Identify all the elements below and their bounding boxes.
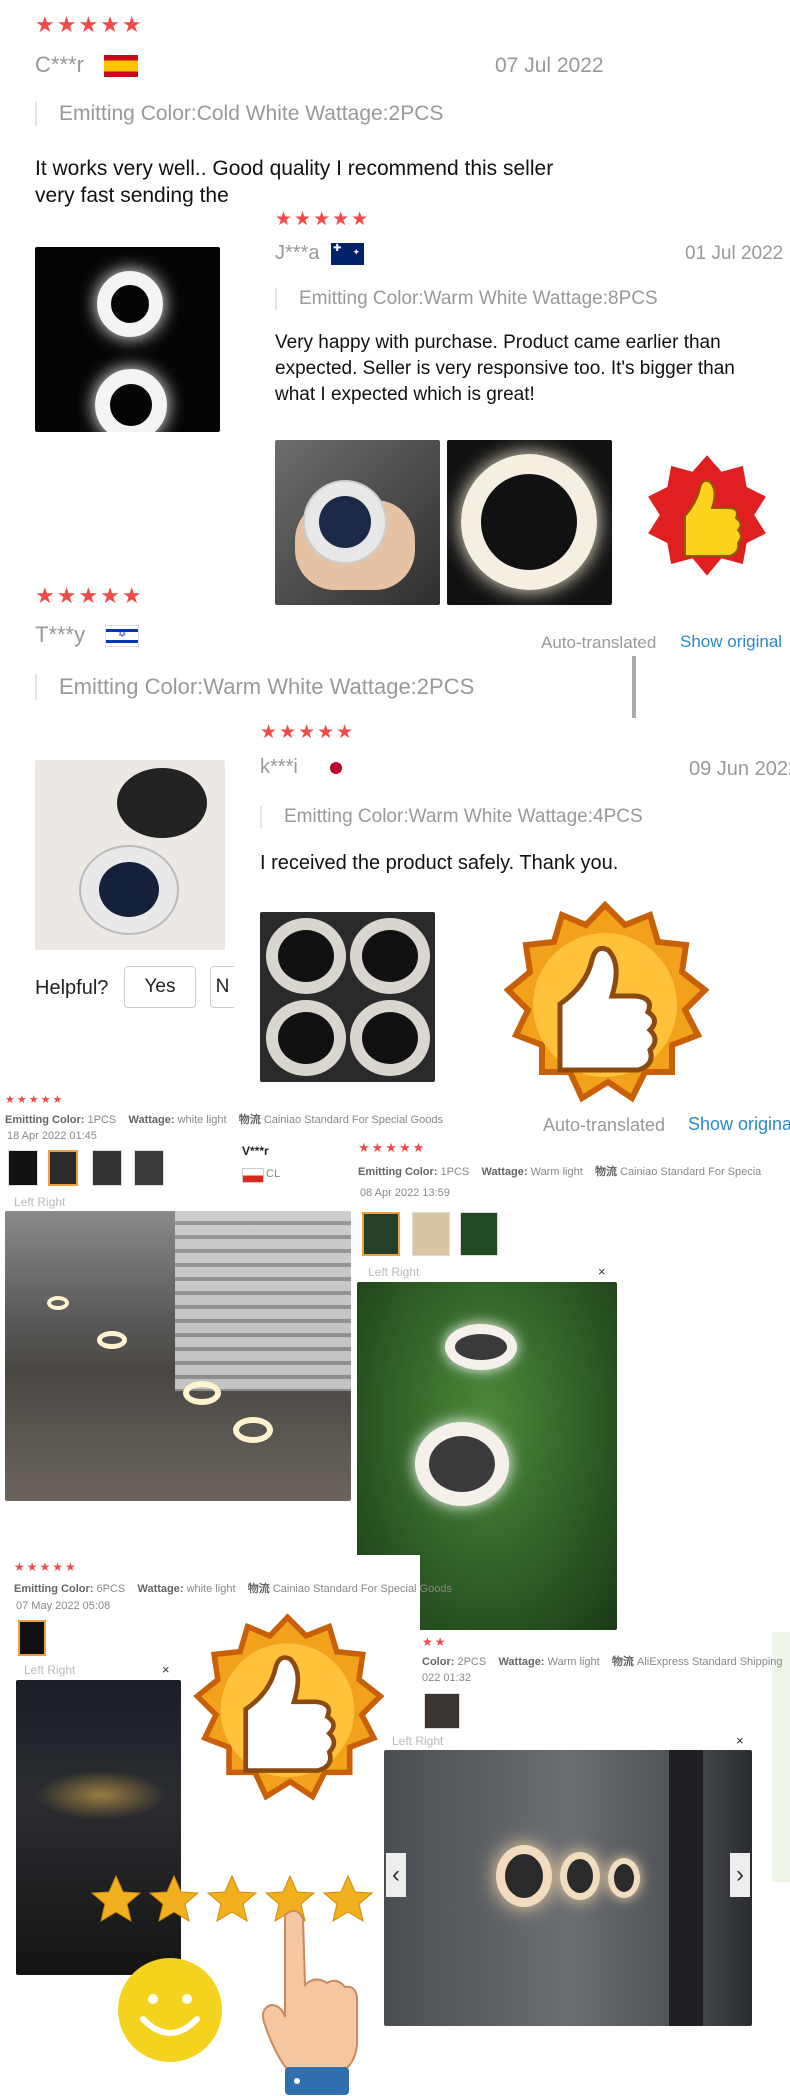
review-4-date: 09 Jun 2022 bbox=[689, 758, 790, 780]
review-1-text-line-1: It works very well.. Good quality I reco… bbox=[35, 157, 554, 180]
helpful-yes-button[interactable]: Yes bbox=[124, 966, 196, 1008]
review-1-name: C***r bbox=[35, 52, 84, 77]
shot-d-side-strip bbox=[772, 1632, 790, 1882]
shot-b-thumb-3[interactable] bbox=[460, 1212, 498, 1256]
shot-b-stars: ★★★★★ bbox=[358, 1140, 427, 1155]
review-2-props: Emitting Color:Warm White Wattage:8PCS bbox=[275, 288, 658, 310]
shot-a-thumb-2[interactable] bbox=[48, 1150, 78, 1186]
star-icon bbox=[90, 1874, 142, 1923]
japan-flag-icon bbox=[330, 762, 342, 774]
shot-c-rotate-controls[interactable]: Left Right bbox=[24, 1663, 75, 1677]
shot-c-thumb-1[interactable] bbox=[18, 1620, 46, 1656]
shot-a-date: 18 Apr 2022 01:45 bbox=[7, 1130, 97, 1142]
shot-b-attributes: Emitting Color: 1PCS Wattage: Warm light… bbox=[358, 1166, 762, 1178]
helpful-label: Helpful? bbox=[35, 977, 109, 999]
review-2-text-line-3: what I expected which is great! bbox=[275, 384, 535, 405]
review-2-photo-2[interactable] bbox=[447, 440, 612, 605]
shot-c-stars: ★★★★★ bbox=[14, 1560, 78, 1574]
review-1-date: 07 Jul 2022 bbox=[495, 54, 604, 77]
shot-b-rotate-controls[interactable]: Left Right bbox=[368, 1265, 419, 1279]
shot-a-thumb-1[interactable] bbox=[8, 1150, 38, 1186]
review-1-text-line-2: very fast sending the bbox=[35, 184, 229, 207]
thumbs-up-badge-icon bbox=[503, 900, 710, 1103]
shot-d-main-photo[interactable] bbox=[384, 1750, 752, 2026]
review-3-stars: ★★★★★ bbox=[35, 583, 144, 608]
israel-flag-icon: ✡ bbox=[105, 625, 139, 647]
shot-d-thumb-1[interactable] bbox=[424, 1693, 460, 1729]
review-2-photo-1[interactable] bbox=[275, 440, 440, 605]
shot-a-stars: ★★★★★ bbox=[5, 1094, 65, 1106]
review-2-text-line-2: expected. Seller is very responsive too.… bbox=[275, 358, 735, 379]
review-1-photo[interactable] bbox=[35, 247, 220, 432]
shot-a-user-country: CL bbox=[266, 1168, 281, 1180]
review-4-stars: ★★★★★ bbox=[260, 722, 356, 743]
review-4-props: Emitting Color:Warm White Wattage:4PCS bbox=[260, 806, 643, 828]
shot-d-next-button[interactable]: › bbox=[730, 1853, 750, 1897]
australia-flag-icon: ✚ ✦ bbox=[331, 243, 364, 265]
shot-a-attributes: Emitting Color: 1PCS Wattage: white ligh… bbox=[5, 1114, 443, 1126]
shot-b-thumb-2[interactable] bbox=[412, 1212, 450, 1256]
review-3-name: T***y bbox=[35, 622, 86, 647]
shot-b-date: 08 Apr 2022 13:59 bbox=[360, 1187, 450, 1199]
shot-a-thumb-4[interactable] bbox=[134, 1150, 164, 1186]
review-3-photo[interactable] bbox=[35, 760, 225, 950]
review-4-photo[interactable] bbox=[260, 912, 435, 1082]
shot-d-attributes: Color: 2PCS Wattage: Warm light 物流 AliEx… bbox=[422, 1656, 783, 1668]
scrollbar[interactable] bbox=[632, 656, 636, 718]
spain-flag-icon bbox=[104, 55, 138, 77]
review-3-show-original-link[interactable]: Show original bbox=[680, 632, 782, 652]
shot-d-prev-button[interactable]: ‹ bbox=[386, 1853, 406, 1897]
overlay-show-original-link[interactable]: Show origina bbox=[688, 1114, 790, 1135]
pointing-hand-icon bbox=[262, 1909, 358, 2095]
shot-d-close-icon[interactable]: × bbox=[736, 1733, 744, 1748]
shot-a-user: V***r bbox=[242, 1144, 269, 1158]
review-4-text-line-1: I received the product safely. Thank you… bbox=[260, 852, 619, 874]
shot-a-main-photo[interactable] bbox=[5, 1211, 351, 1501]
review-1-props: Emitting Color:Cold White Wattage:2PCS bbox=[35, 102, 443, 126]
helpful-no-button[interactable]: N bbox=[210, 966, 234, 1008]
review-2-name: J***a bbox=[275, 242, 320, 264]
review-2-stars: ★★★★★ bbox=[275, 209, 371, 230]
review-3-props: Emitting Color:Warm White Wattage:2PCS bbox=[35, 674, 474, 700]
review-3-auto-translated: Auto-translated bbox=[541, 633, 657, 652]
review-2-date: 01 Jul 2022 bbox=[685, 243, 784, 264]
shot-c-date: 07 May 2022 05:08 bbox=[16, 1600, 111, 1612]
shot-d-rotate-controls[interactable]: Left Right bbox=[392, 1734, 443, 1748]
star-icon bbox=[148, 1874, 200, 1923]
thumbs-up-badge-icon bbox=[643, 450, 771, 581]
review-1-stars: ★★★★★ bbox=[35, 12, 144, 37]
shot-a-thumb-3[interactable] bbox=[92, 1150, 122, 1186]
review-2-text-line-1: Very happy with purchase. Product came e… bbox=[275, 332, 721, 353]
shot-d-date: 022 01:32 bbox=[422, 1672, 471, 1684]
review-4-name: k***i bbox=[260, 756, 298, 778]
chile-flag-icon bbox=[242, 1168, 264, 1183]
overlay-auto-translated: Auto-translated bbox=[543, 1115, 666, 1135]
thumbs-up-badge-icon bbox=[193, 1613, 385, 1801]
smiley-icon bbox=[118, 1958, 222, 2062]
shot-c-attributes: Emitting Color: 6PCS Wattage: white ligh… bbox=[14, 1583, 452, 1595]
shot-b-thumb-1[interactable] bbox=[362, 1212, 400, 1256]
shot-a-rotate-controls[interactable]: Left Right bbox=[14, 1195, 65, 1209]
shot-b-close-icon[interactable]: × bbox=[598, 1264, 606, 1279]
shot-c-close-icon[interactable]: × bbox=[162, 1662, 170, 1677]
shot-d-stars: ★★ bbox=[422, 1635, 448, 1649]
